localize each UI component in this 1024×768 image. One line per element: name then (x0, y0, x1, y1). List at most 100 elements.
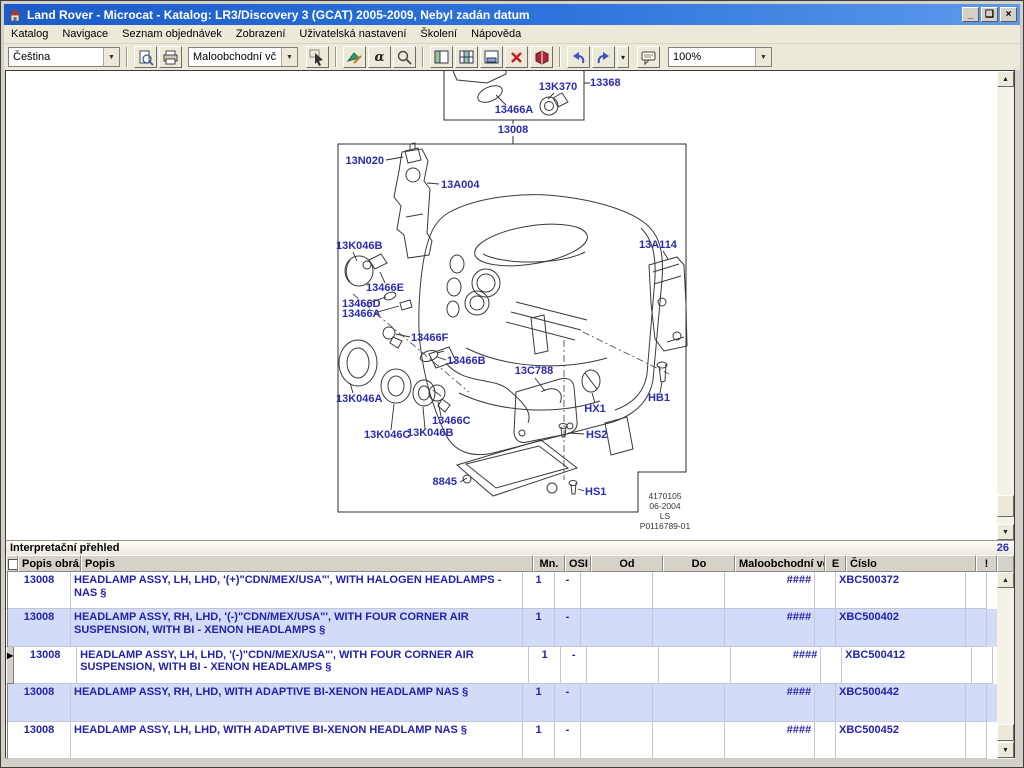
menu-bar: Katalog Navigace Seznam objednávek Zobra… (4, 25, 1020, 44)
diagram-scrollbar[interactable]: ▲ ▼ (997, 71, 1014, 540)
chevron-down-icon[interactable]: ▼ (755, 48, 771, 66)
scroll-down-icon[interactable]: ▼ (997, 742, 1014, 758)
menu-seznam-objednavek[interactable]: Seznam objednávek (115, 26, 229, 42)
col-header-e[interactable]: E (825, 555, 846, 572)
app-icon (7, 7, 23, 23)
alpha-icon: α (374, 50, 384, 65)
record-count: 26 (997, 542, 1014, 554)
menu-katalog[interactable]: Katalog (4, 26, 55, 42)
menu-zobrazeni[interactable]: Zobrazení (229, 26, 293, 42)
print-preview-icon (137, 49, 154, 66)
col-header-price[interactable]: Maloobchodní vč (735, 555, 825, 572)
edit-parts-button[interactable] (343, 46, 366, 68)
menu-napoveda[interactable]: Nápověda (464, 26, 528, 42)
table-row[interactable]: 13008 HEADLAMP ASSY, RH, LHD, WITH ADAPT… (6, 684, 1014, 721)
col-header-ref[interactable]: Popis obrá. (18, 555, 81, 572)
minimize-button[interactable]: _ (962, 7, 979, 22)
notes-button[interactable] (637, 46, 660, 68)
part-callout[interactable]: 13368 (590, 77, 621, 89)
close-button[interactable]: × (1000, 7, 1017, 22)
table-row-current[interactable]: ▶ 13008 HEADLAMP ASSY, LH, LHD, '(-)"CDN… (6, 647, 1014, 684)
pointer-select-button[interactable] (306, 46, 329, 68)
redo-button[interactable] (592, 46, 615, 68)
part-callout[interactable]: 13K046A (336, 393, 383, 405)
part-callout[interactable]: 8845 (433, 476, 457, 488)
col-header-from[interactable]: Od (591, 555, 663, 572)
panel-layout-full-button[interactable] (480, 46, 503, 68)
scroll-down-icon[interactable]: ▼ (997, 524, 1014, 540)
panel-layout-table-button[interactable] (455, 46, 478, 68)
table-row[interactable]: 13008 HEADLAMP ASSY, LH, LHD, WITH ADAPT… (6, 722, 1014, 759)
scroll-up-icon[interactable]: ▲ (997, 572, 1014, 588)
menu-skoleni[interactable]: Školení (413, 26, 464, 42)
panel-table-icon (458, 49, 475, 66)
part-callout[interactable]: 13466A (495, 104, 534, 116)
part-callout[interactable]: 13K046B (407, 427, 454, 439)
printer-icon (162, 49, 179, 66)
svg-text:P0116789-01: P0116789-01 (640, 521, 691, 531)
grid-scrollbar-thumb[interactable] (997, 724, 1014, 741)
current-row-pointer-icon[interactable]: ▶ (6, 647, 14, 684)
grid-header: Popis obrá. Popis Mn. OSI Od Do Maloobch… (6, 555, 1014, 572)
diagram-scrollbar-thumb[interactable] (997, 495, 1014, 517)
part-callout[interactable]: 13466C (432, 415, 471, 427)
table-row[interactable]: 13008 HEADLAMP ASSY, LH, LHD, '(+)"CDN/M… (6, 572, 1014, 609)
part-callout[interactable]: 13A004 (441, 179, 480, 191)
part-callout[interactable]: 13C788 (515, 365, 554, 377)
col-header-number[interactable]: Číslo (846, 555, 976, 572)
part-callout[interactable]: 13K046B (336, 240, 383, 252)
select-all-cell[interactable] (6, 555, 18, 572)
title-bar: Land Rover - Microcat - Katalog: LR3/Dis… (4, 4, 1020, 25)
menu-uzivatelska-nastaveni[interactable]: Uživatelská nastavení (292, 26, 413, 42)
language-select[interactable]: Čeština ▼ (8, 47, 120, 67)
col-header-osi[interactable]: OSI (565, 555, 591, 572)
panel-layout-left-button[interactable] (430, 46, 453, 68)
part-callout[interactable]: 13K370 (539, 81, 578, 93)
magnifier-icon (396, 49, 413, 66)
undo-button[interactable] (567, 46, 590, 68)
content-area: 13466A 13K370 13368 13008 13N020 13A004 … (5, 70, 1015, 758)
part-callout[interactable]: 13466A (342, 308, 381, 320)
col-header-warn[interactable]: ! (976, 555, 997, 572)
part-callout[interactable]: HX1 (584, 403, 605, 415)
panel-full-icon (483, 49, 500, 66)
select-all-checkbox[interactable] (8, 559, 18, 570)
part-callout[interactable]: HB1 (648, 392, 670, 404)
part-callout[interactable]: HS2 (586, 429, 607, 441)
alpha-index-button[interactable]: α (368, 46, 391, 68)
price-level-select[interactable]: Maloobchodní vč ▼ (188, 47, 298, 67)
print-preview-button[interactable] (134, 46, 157, 68)
history-dropdown-button[interactable]: ▾ (617, 46, 629, 68)
clear-selection-button[interactable] (505, 46, 528, 68)
part-callout[interactable]: 13466B (447, 355, 486, 367)
part-callout[interactable]: 13N020 (345, 155, 384, 167)
zoom-tool-button[interactable] (393, 46, 416, 68)
part-callout[interactable]: 13466E (366, 282, 404, 294)
grid-scrollbar[interactable]: ▲ ▼ (997, 572, 1014, 759)
toolbar-separator (126, 47, 128, 67)
maximize-button[interactable]: ❑ (981, 7, 998, 22)
col-header-desc[interactable]: Popis (81, 555, 533, 572)
red-x-icon (508, 49, 525, 66)
col-header-qty[interactable]: Mn. (533, 555, 565, 572)
menu-navigace[interactable]: Navigace (55, 26, 115, 42)
book-icon (533, 49, 550, 66)
redo-icon (595, 49, 612, 66)
scroll-up-icon[interactable]: ▲ (997, 71, 1014, 87)
part-callout[interactable]: 13008 (498, 124, 529, 136)
exploded-view-diagram: 13466A 13K370 13368 13008 13N020 13A004 … (6, 71, 991, 540)
part-callout[interactable]: HS1 (585, 486, 606, 498)
catalog-book-button[interactable] (530, 46, 553, 68)
col-header-to[interactable]: Do (663, 555, 735, 572)
print-button[interactable] (159, 46, 182, 68)
part-callout[interactable]: 13K046C (364, 429, 411, 441)
part-callout[interactable]: 13466F (411, 332, 449, 344)
part-callout[interactable]: 13A114 (639, 239, 678, 251)
chevron-down-icon[interactable]: ▼ (103, 48, 119, 66)
table-row[interactable]: 13008 HEADLAMP ASSY, RH, LHD, '(-)"CDN/M… (6, 609, 1014, 646)
diagram-pane[interactable]: 13466A 13K370 13368 13008 13N020 13A004 … (6, 71, 1014, 540)
zoom-level-select[interactable]: 100% ▼ (668, 47, 772, 67)
interpretation-title: Interpretační přehled (6, 542, 997, 554)
parts-grid: 13008 HEADLAMP ASSY, LH, LHD, '(+)"CDN/M… (6, 572, 1014, 759)
chevron-down-icon[interactable]: ▼ (281, 48, 297, 66)
